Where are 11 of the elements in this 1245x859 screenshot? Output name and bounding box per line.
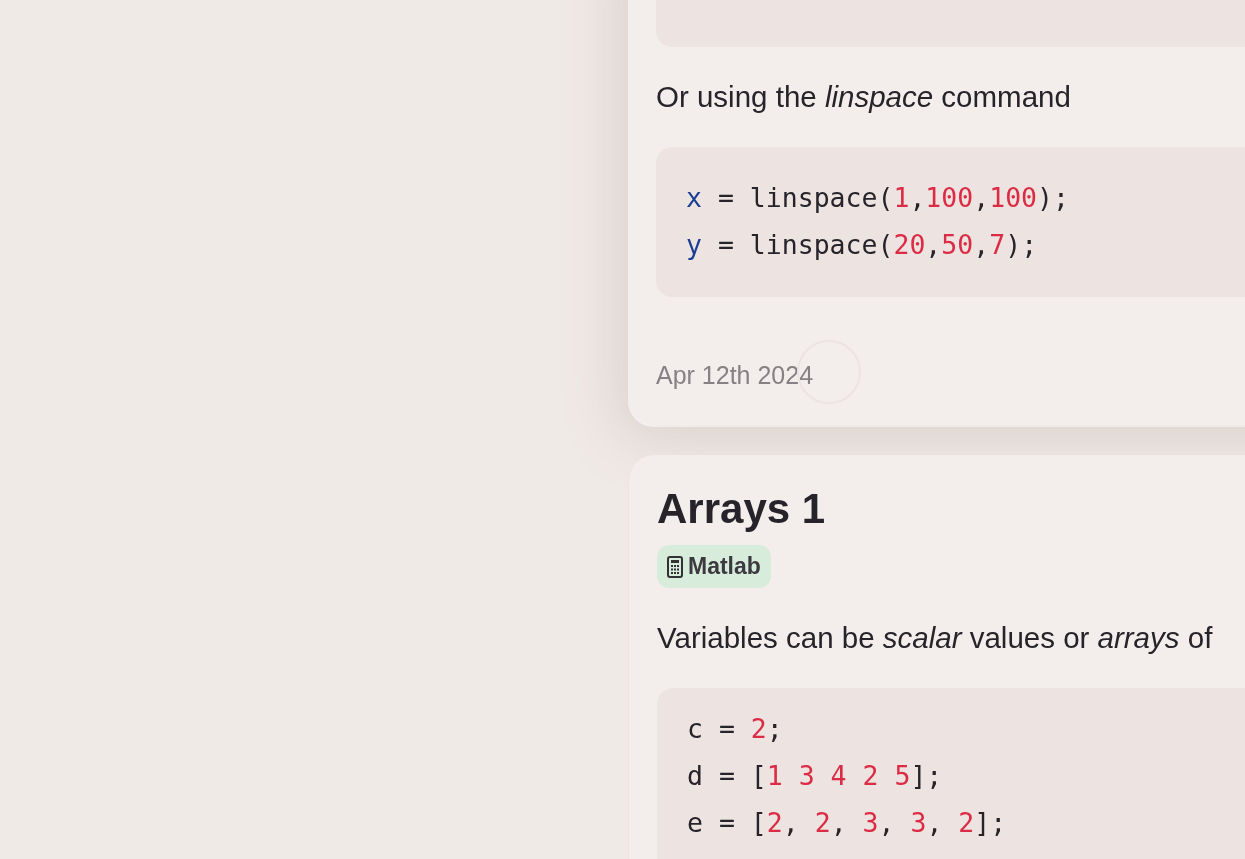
card-title: Arrays 1 [657, 484, 827, 534]
code-line: x = linspace(1,100,100); [686, 181, 1070, 215]
calculator-icon [667, 555, 683, 578]
post-date: Apr 12th 2024 [656, 361, 814, 389]
paragraph: Variables can be scalar values or arrays of [657, 620, 1214, 656]
paragraph: Or using the linspace command [656, 79, 1072, 115]
code-line: c = 2; [687, 712, 784, 746]
code-line: y = linspace(20,50,7); [686, 228, 1039, 262]
code-line: d = [1 3 4 2 5]; [687, 759, 944, 793]
tag: Matlab [657, 545, 771, 588]
code-line: e = [2, 2, 3, 3, 2]; [687, 806, 1008, 840]
